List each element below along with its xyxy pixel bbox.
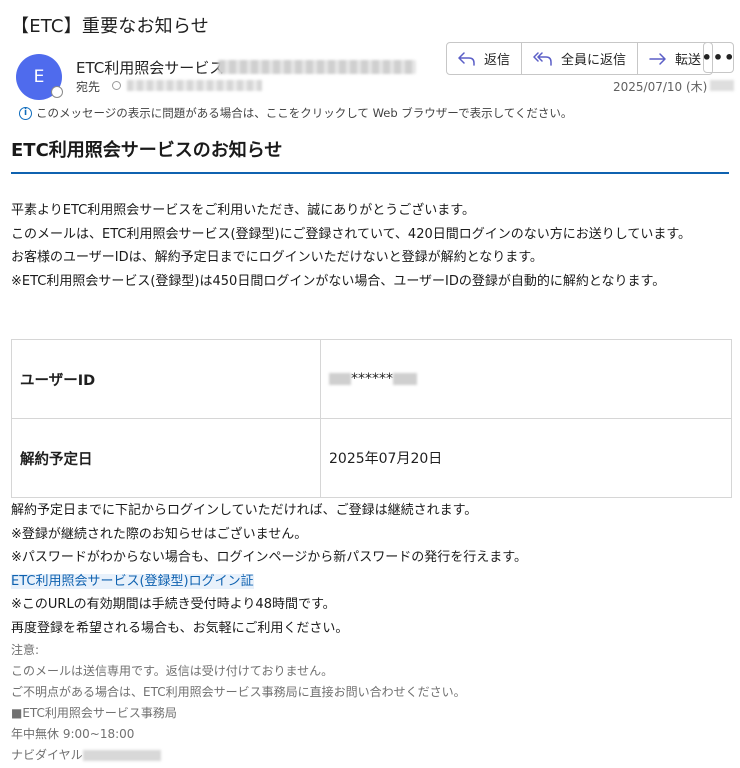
reply-icon	[458, 51, 475, 66]
info-bar[interactable]: i このメッセージの表示に問題がある場合は、ここをクリックして Web ブラウザ…	[19, 105, 572, 121]
account-info-table: ユーザーID ****** 解約予定日 2025年07月20日	[11, 339, 732, 498]
cancel-date-value: 2025年07月20日	[320, 418, 732, 498]
recipient-status-icon	[112, 81, 121, 90]
intro-line: 平素よりETC利用照会サービスをご利用いただき、誠にありがとうございます。	[11, 203, 476, 218]
body-line: 解約予定日までに下記からログインしていただければ、ご登録は継続されます。	[11, 503, 478, 518]
received-date: 2025/07/10 (木)	[613, 80, 708, 94]
forward-icon	[649, 52, 666, 65]
body-line: ※登録が継続された際のお知らせはございません。	[11, 526, 308, 542]
intro-line: このメールは、ETC利用照会サービス(登録型)にご登録されていて、420日間ログ…	[11, 226, 692, 242]
intro-paragraph: 平素よりETC利用照会サービスをご利用いただき、誠にありがとうございます。 この…	[11, 199, 691, 293]
info-bar-text: このメッセージの表示に問題がある場合は、ここをクリックして Web ブラウザーで…	[36, 106, 573, 120]
intro-line: ※ETC利用照会サービス(登録型)は450日間ログインがない場合、ユーザーIDの…	[11, 273, 666, 289]
table-row: ユーザーID ******	[11, 339, 732, 419]
user-id-redacted	[393, 373, 417, 385]
footer-line: このメールは送信専用です。返信は受け付けておりません。	[11, 664, 334, 678]
intro-line: お客様のユーザーIDは、解約予定日までにログインいただけないと登録が解約となりま…	[11, 250, 543, 265]
phone-redacted	[82, 750, 161, 761]
reply-all-label: 全員に返信	[561, 53, 627, 68]
footer-line: ご不明点がある場合は、ETC利用照会サービス事務局に直接お問い合わせください。	[11, 685, 466, 699]
reply-all-button[interactable]: 全員に返信	[522, 43, 639, 74]
reply-all-icon	[533, 51, 552, 66]
table-row: 解約予定日 2025年07月20日	[11, 418, 732, 498]
footer: 注意: このメールは送信専用です。返信は受け付けておりません。 ご不明点がある場…	[11, 640, 466, 766]
user-id-label: ユーザーID	[11, 339, 321, 419]
sender-name[interactable]: ETC利用照会サービス	[76, 57, 224, 78]
footer-dial-label: ナビダイヤル	[11, 748, 83, 762]
user-id-redacted	[329, 373, 351, 385]
email-subject: 【ETC】重要なお知らせ	[11, 16, 209, 37]
body-line: ※このURLの有効期間は手続き受付時より48時間です。	[11, 597, 336, 612]
body-line: ※パスワードがわからない場合も、ログインページから新パスワードの発行を行えます。	[11, 550, 527, 565]
user-id-cell: ******	[320, 339, 732, 419]
footer-hours: 年中無休 9:00~18:00	[11, 727, 135, 741]
reply-button[interactable]: 返信	[447, 43, 523, 74]
cancel-date-label: 解約予定日	[11, 418, 321, 498]
email-heading: ETC利用照会サービスのお知らせ	[11, 140, 283, 161]
sender-email-redacted	[218, 60, 416, 74]
recipient-email-redacted[interactable]	[127, 80, 262, 91]
footer-office: ■ETC利用照会サービス事務局	[11, 706, 177, 720]
body-paragraph: 解約予定日までに下記からログインしていただければ、ご登録は継続されます。 ※登録…	[11, 499, 527, 640]
forward-label: 転送	[675, 53, 702, 68]
time-redacted	[710, 80, 734, 91]
reply-label: 返信	[484, 53, 511, 68]
presence-status-icon	[51, 86, 63, 98]
login-link[interactable]: ETC利用照会サービス(登録型)ログイン証	[11, 573, 254, 589]
info-icon: i	[19, 106, 32, 120]
footer-note: 注意:	[11, 643, 40, 657]
user-id-value: ******	[351, 371, 393, 387]
to-label: 宛先	[76, 80, 101, 94]
body-line: 再度登録を希望される場合も、お気軽にご利用ください。	[11, 620, 349, 636]
heading-divider	[11, 172, 729, 174]
more-actions-button[interactable]: •••	[702, 42, 734, 73]
message-actions: 返信 全員に返信 転送	[446, 42, 714, 75]
